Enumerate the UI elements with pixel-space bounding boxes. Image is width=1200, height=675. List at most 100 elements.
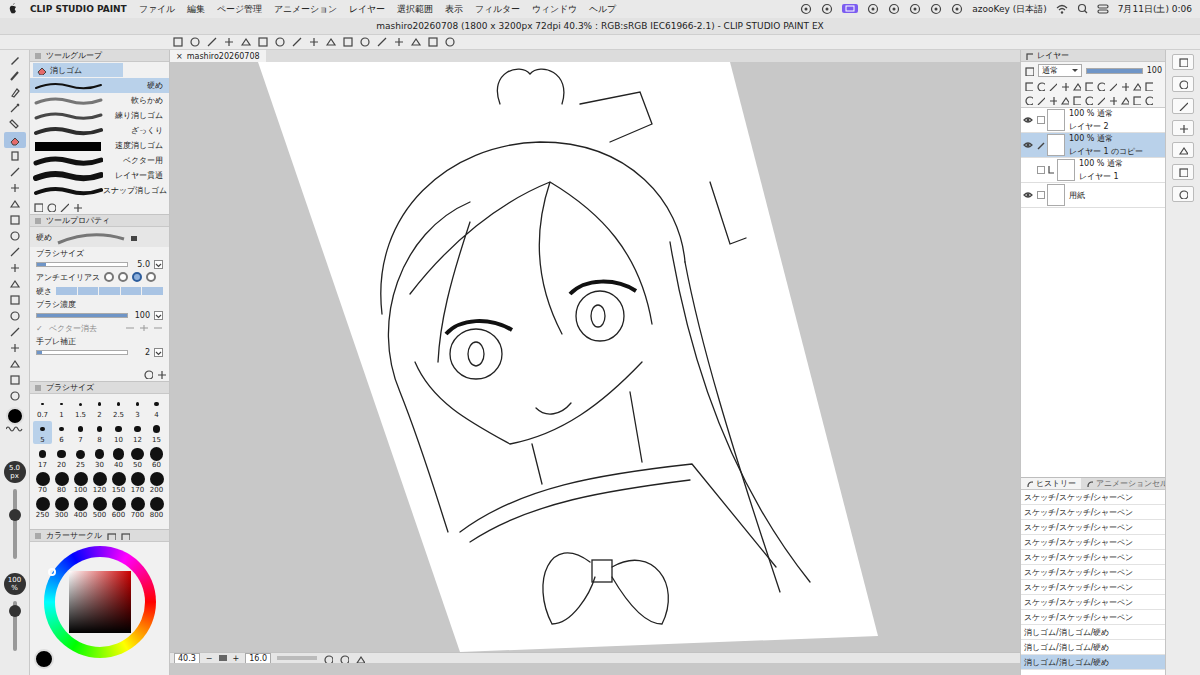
tool-button[interactable]	[4, 244, 26, 260]
tool-button[interactable]	[4, 52, 26, 68]
angle-field[interactable]: 16.0	[245, 653, 271, 664]
zoom-slider[interactable]	[219, 655, 227, 661]
menu-item[interactable]: ウィンドウ	[532, 3, 577, 16]
rotate-icon[interactable]	[323, 654, 333, 663]
hue-ring[interactable]	[44, 546, 156, 658]
brush-size-cell[interactable]: 150	[109, 471, 128, 494]
tool-button[interactable]	[4, 212, 26, 228]
tool-button[interactable]	[4, 372, 26, 388]
panel-button[interactable]	[1172, 186, 1194, 202]
subtool-item[interactable]: 練り消しゴム	[30, 108, 169, 123]
tool-icon[interactable]	[9, 278, 21, 290]
grip-icon[interactable]	[34, 532, 42, 540]
flip-icon[interactable]	[355, 654, 365, 663]
layer-tool-icon[interactable]	[1096, 95, 1105, 105]
brush-size-cell[interactable]: 800	[147, 496, 166, 519]
tool-icon[interactable]	[9, 214, 21, 226]
brush-size-cell[interactable]: 5	[33, 421, 52, 444]
density-slider[interactable]	[36, 313, 128, 318]
history-row[interactable]: スケッチ/スケッチ/シャーペン	[1021, 505, 1165, 520]
command-icon[interactable]	[206, 36, 219, 48]
visibility-toggle[interactable]	[1021, 116, 1035, 124]
tool-icon[interactable]	[9, 374, 21, 386]
antialias-option[interactable]	[146, 272, 156, 282]
antialias-option[interactable]	[104, 272, 114, 282]
command-icon[interactable]	[410, 36, 423, 48]
layer-row[interactable]: 用紙	[1021, 183, 1165, 208]
tool-icon[interactable]	[9, 294, 21, 306]
brush-size-cell[interactable]: 700	[128, 496, 147, 519]
tool-button[interactable]	[4, 276, 26, 292]
folder-icon[interactable]	[909, 3, 921, 15]
layer-tool-icon[interactable]	[1024, 81, 1033, 91]
action-icon[interactable]	[33, 202, 43, 212]
brush-size-cell[interactable]: 500	[90, 496, 109, 519]
tool-icon[interactable]	[9, 390, 21, 402]
tool-icon[interactable]	[9, 246, 21, 258]
command-icon[interactable]	[444, 36, 457, 48]
brush-size-cell[interactable]: 40	[109, 446, 128, 469]
layer-tool-icon[interactable]	[1108, 81, 1117, 91]
tool-button[interactable]	[4, 308, 26, 324]
input-source[interactable]: azooKey (日本語)	[972, 3, 1046, 16]
drawing-canvas[interactable]	[170, 62, 1020, 652]
stepper-icon[interactable]	[154, 260, 163, 269]
visibility-toggle[interactable]	[1021, 141, 1035, 149]
panel-button[interactable]	[1172, 120, 1194, 136]
action-icon[interactable]	[72, 202, 82, 212]
brush-size-cell[interactable]: 0.7	[33, 396, 52, 419]
panel-button[interactable]	[1172, 98, 1194, 114]
brush-size-cell[interactable]: 250	[33, 496, 52, 519]
brush-size-cell[interactable]: 6	[52, 421, 71, 444]
brush-size-cell[interactable]: 15	[147, 421, 166, 444]
hardness-bar[interactable]	[56, 287, 163, 295]
command-icon[interactable]	[325, 36, 338, 48]
angle-slider[interactable]	[277, 656, 317, 660]
brush-size-cell[interactable]: 8	[90, 421, 109, 444]
brush-size-cell[interactable]: 70	[33, 471, 52, 494]
tool-button[interactable]	[4, 228, 26, 244]
tool-button[interactable]	[4, 324, 26, 340]
tool-button[interactable]	[4, 196, 26, 212]
brush-size-cell[interactable]: 4	[147, 396, 166, 419]
tool-button[interactable]	[4, 356, 26, 372]
panel-tab[interactable]: ヒストリー	[1021, 478, 1081, 489]
visibility-toggle[interactable]	[1021, 191, 1035, 199]
layer-tool-icon[interactable]	[1084, 81, 1093, 91]
action-icon[interactable]	[59, 202, 69, 212]
brush-size-cell[interactable]: 17	[33, 446, 52, 469]
opacity-slider[interactable]	[13, 601, 17, 651]
menu-item[interactable]: フィルター	[475, 3, 520, 16]
history-row[interactable]: スケッチ/スケッチ/シャーペン	[1021, 490, 1165, 505]
history-row[interactable]: スケッチ/スケッチ/シャーペン	[1021, 565, 1165, 580]
brush-size-cell[interactable]: 12	[128, 421, 147, 444]
tool-icon[interactable]	[9, 70, 21, 82]
rotate-icon[interactable]	[339, 654, 349, 663]
brush-size-cell[interactable]: 120	[90, 471, 109, 494]
action-icon[interactable]	[46, 202, 56, 212]
tool-icon[interactable]	[9, 262, 21, 274]
layer-row[interactable]: 100 % 通常レイヤー 2	[1021, 108, 1165, 133]
command-icon[interactable]	[257, 36, 270, 48]
lock-icon[interactable]	[130, 233, 138, 241]
clock[interactable]: 7月11日(土) 0:06	[1118, 3, 1192, 16]
panel-button[interactable]	[1172, 142, 1194, 158]
layer-tool-icon[interactable]	[1036, 81, 1045, 91]
brush-size-cell[interactable]: 300	[52, 496, 71, 519]
layer-tool-icon[interactable]	[1048, 95, 1057, 105]
layer-tool-icon[interactable]	[1072, 81, 1081, 91]
brush-size-cell[interactable]: 7	[71, 421, 90, 444]
layers-icon[interactable]	[1025, 52, 1033, 60]
history-row[interactable]: スケッチ/スケッチ/シャーペン	[1021, 610, 1165, 625]
vector-erase-checkbox[interactable]: ✓	[36, 324, 45, 333]
layer-tool-icon[interactable]	[1036, 95, 1045, 105]
layer-tool-icon[interactable]	[1144, 81, 1153, 91]
history-row[interactable]: スケッチ/スケッチ/シャーペン	[1021, 535, 1165, 550]
brush-size-cell[interactable]: 2	[90, 396, 109, 419]
command-icon[interactable]	[223, 36, 236, 48]
tool-button[interactable]	[4, 260, 26, 276]
brush-size-cell[interactable]: 600	[109, 496, 128, 519]
layer-tool-icon[interactable]	[1060, 81, 1069, 91]
tool-icon[interactable]	[9, 102, 21, 114]
panel-button[interactable]	[1172, 76, 1194, 92]
